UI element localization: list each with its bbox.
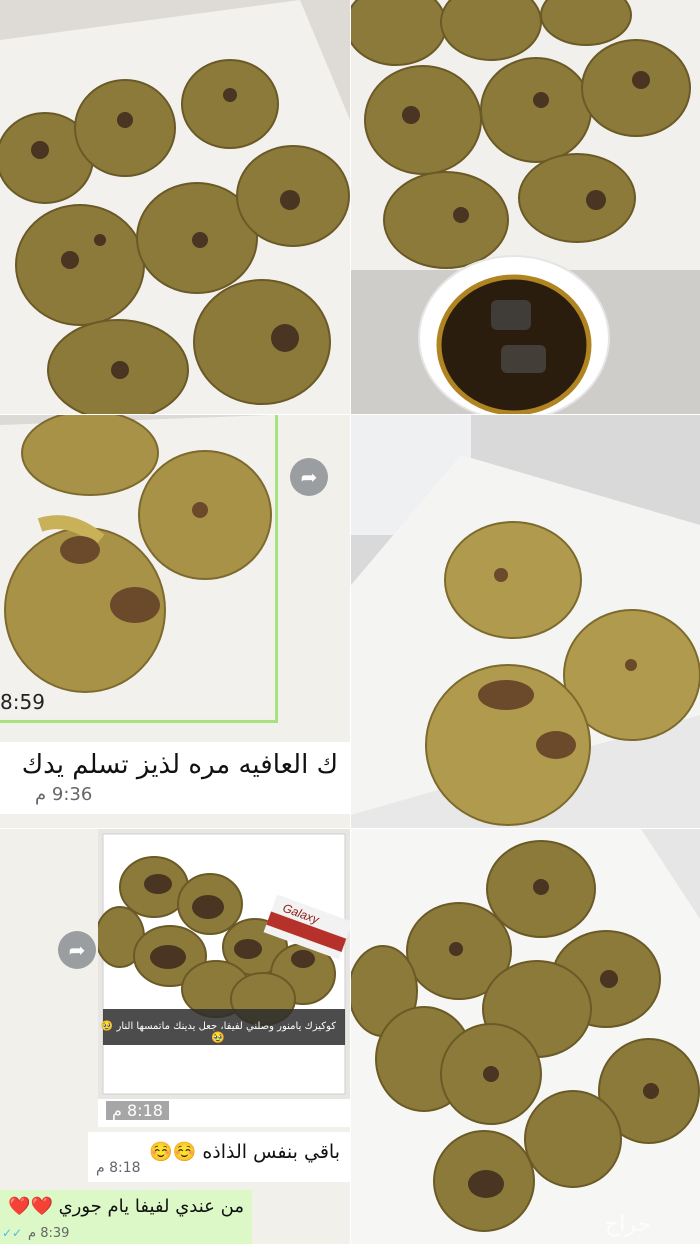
cookie-box-photo <box>351 415 700 828</box>
message-text: ك العافيه مره لذيز تسلم يدك <box>21 750 338 780</box>
cookie-box-photo: حراج <box>351 829 700 1244</box>
chat-screenshot-2: ➦ Galaxy كوكيزك يامنور وصلني لفيفا، جعل … <box>0 829 350 1244</box>
chat-time: 8:59 <box>0 690 45 714</box>
message-time: 8:18 م <box>96 1160 141 1176</box>
message-bubble[interactable]: باقي بنفس الذاذه ☺️☺️ 8:18 م <box>88 1132 350 1182</box>
forwarded-photo: Galaxy كوكيزك يامنور وصلني لفيفا، جعل يد… <box>98 829 350 1099</box>
chat-screenshot-1: 8:59 ➦ ك العافيه مره لذيز تسلم يدك 9:36 … <box>0 415 350 828</box>
image-message[interactable] <box>0 415 278 723</box>
message-text: باقي بنفس الذاذه ☺️☺️ <box>148 1141 340 1163</box>
image-message[interactable]: Galaxy كوكيزك يامنور وصلني لفيفا، جعل يد… <box>98 829 350 1127</box>
cookie-coffee-photo <box>351 0 700 414</box>
forward-icon: ➦ <box>68 938 86 962</box>
message-text: من عندي لفيفا يام جوري ❤️❤️ <box>8 1196 244 1217</box>
photo-cookies-top-left <box>0 0 350 414</box>
message-bubble-outgoing[interactable]: من عندي لفيفا يام جوري ❤️❤️ ✓✓ 8:39 م <box>0 1190 252 1244</box>
cookie-photo <box>0 0 350 414</box>
watermark-logo: حراج <box>605 1212 651 1237</box>
forward-icon: ➦ <box>300 465 318 489</box>
photo-cookies-coffee <box>351 0 700 414</box>
forward-button[interactable]: ➦ <box>290 458 328 496</box>
message-bubble[interactable]: ك العافيه مره لذيز تسلم يدك 9:36 م <box>0 742 350 814</box>
forward-button[interactable]: ➦ <box>58 931 96 969</box>
read-ticks-icon: ✓✓ <box>2 1226 23 1240</box>
message-time: 8:18 م <box>106 1101 169 1120</box>
image-caption-emoji: 🥹 <box>211 1031 225 1044</box>
photo-cookies-box-2: حراج <box>351 829 700 1244</box>
message-time: 8:39 م <box>28 1226 70 1241</box>
cookie-photo <box>0 415 272 717</box>
photo-cookies-box <box>351 415 700 828</box>
message-time: 9:36 م <box>35 784 93 805</box>
